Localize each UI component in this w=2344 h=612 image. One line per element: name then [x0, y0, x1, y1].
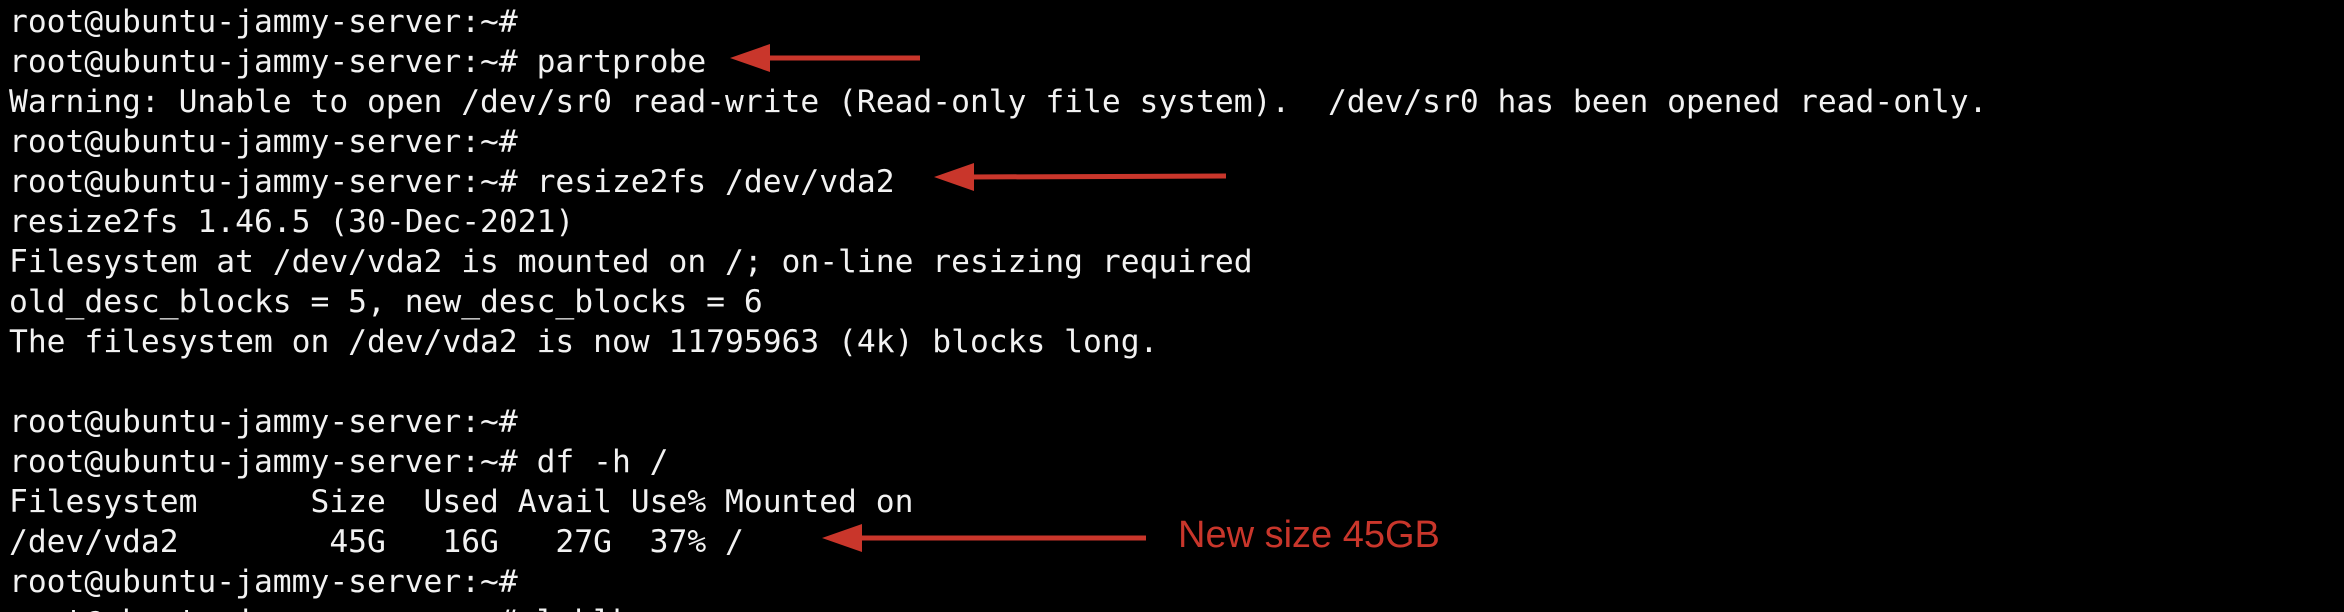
terminal-line-df-header: Filesystem Size Used Avail Use% Mounted …	[9, 484, 914, 520]
terminal-line-output: old_desc_blocks = 5, new_desc_blocks = 6	[9, 284, 763, 320]
annotation-arrow-resize2fs-icon	[934, 163, 1227, 191]
annotation-arrow-df-row-icon	[822, 524, 1146, 552]
terminal-line-prompt: root@ubuntu-jammy-server:~#	[9, 4, 518, 40]
annotation-new-size-label: New size 45GB	[1178, 514, 1440, 556]
terminal-line-output: resize2fs 1.46.5 (30-Dec-2021)	[9, 204, 575, 240]
terminal-line-df-row: /dev/vda2 45G 16G 27G 37% /	[9, 524, 744, 560]
terminal-line-prompt: root@ubuntu-jammy-server:~#	[9, 564, 518, 600]
terminal-line-output: The filesystem on /dev/vda2 is now 11795…	[9, 324, 1159, 360]
annotation-arrow-partprobe-icon	[730, 44, 920, 72]
terminal-line-output: Filesystem at /dev/vda2 is mounted on /;…	[9, 244, 1253, 280]
terminal-window[interactable]: root@ubuntu-jammy-server:~# root@ubuntu-…	[0, 0, 2344, 612]
terminal-line-lsblk: root@ubuntu-jammy-server:~# lsblk	[9, 602, 631, 612]
terminal-line-warning: Warning: Unable to open /dev/sr0 read-wr…	[9, 84, 1988, 120]
terminal-line-prompt: root@ubuntu-jammy-server:~#	[9, 404, 518, 440]
terminal-line-prompt: root@ubuntu-jammy-server:~#	[9, 124, 518, 160]
terminal-line-df: root@ubuntu-jammy-server:~# df -h /	[9, 444, 669, 480]
terminal-line-partprobe: root@ubuntu-jammy-server:~# partprobe	[9, 44, 707, 80]
terminal-line-resize2fs: root@ubuntu-jammy-server:~# resize2fs /d…	[9, 164, 895, 200]
